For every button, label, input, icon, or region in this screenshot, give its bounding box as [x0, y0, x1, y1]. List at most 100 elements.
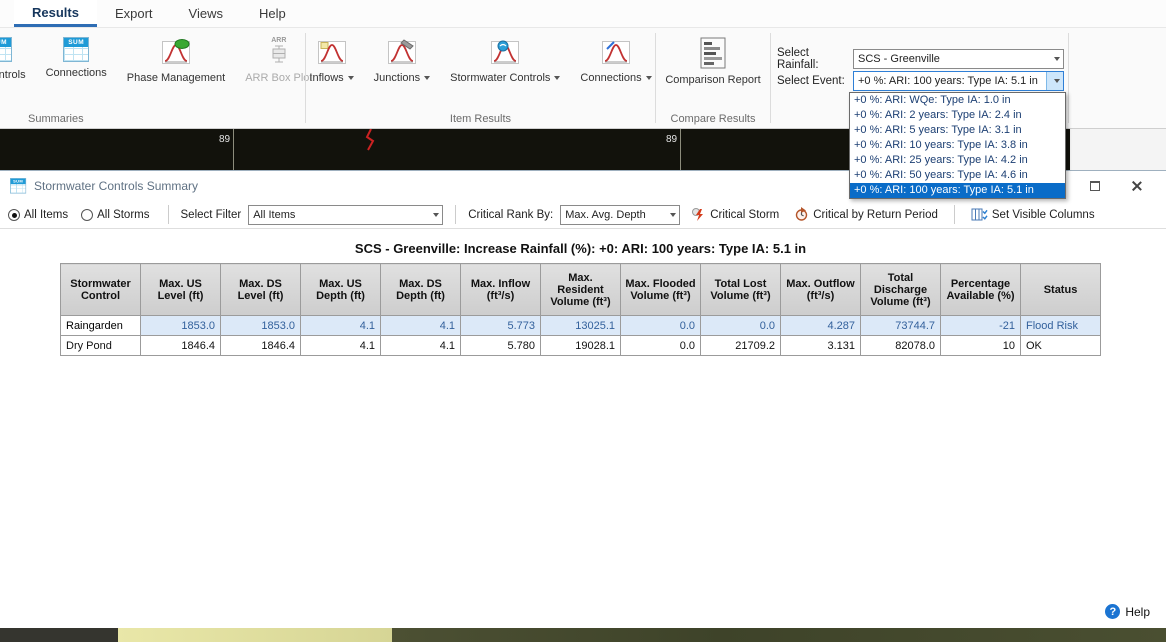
help-label: Help [1125, 604, 1150, 619]
event-value: +0 %: ARI: 100 years: Type IA: 5.1 in [858, 75, 1038, 87]
value-cell: 4.1 [380, 335, 461, 356]
column-header[interactable]: Max. Outflow (ft³/s) [780, 263, 861, 316]
control-name-cell: Raingarden [60, 315, 141, 336]
column-header[interactable]: Max. Inflow (ft³/s) [460, 263, 541, 316]
ribbon-item-stormwater-controls-summary[interactable]: SUM ontrols [0, 35, 29, 83]
phase-management-chart-icon [161, 39, 190, 64]
event-dropdown-list: +0 %: ARI: WQe: Type IA: 1.0 in +0 %: ARI… [849, 92, 1066, 199]
ribbon-item-label: Inflows [309, 72, 354, 84]
control-name-cell: Dry Pond [60, 335, 141, 356]
all-storms-radio[interactable]: All Storms [81, 208, 150, 221]
column-header[interactable]: Max. Flooded Volume (ft³) [620, 263, 701, 316]
close-icon[interactable] [1130, 180, 1142, 192]
sum-table-icon: SUM [0, 37, 20, 64]
set-visible-columns-button[interactable]: Set Visible Columns [967, 205, 1099, 224]
summary-toolbar: All Items All Storms Select Filter All I… [0, 201, 1166, 229]
ribbon-group-compare-results: Comparison Report Compare Results [656, 28, 770, 128]
ribbon-item-connections-summary[interactable]: SUM Connections [43, 35, 110, 81]
column-header[interactable]: Status [1020, 263, 1101, 316]
tab-help[interactable]: Help [241, 0, 304, 27]
event-option[interactable]: +0 %: ARI: 10 years: Type IA: 3.8 in [850, 138, 1065, 153]
rainfall-select[interactable]: SCS - Greenville [853, 49, 1064, 69]
chevron-down-icon [1046, 72, 1063, 90]
event-option[interactable]: +0 %: ARI: 2 years: Type IA: 2.4 in [850, 108, 1065, 123]
button-label: Set Visible Columns [991, 208, 1095, 221]
map-gridline [233, 129, 234, 170]
value-cell: 5.773 [460, 315, 541, 336]
column-header[interactable]: Max. Resident Volume (ft³) [540, 263, 621, 316]
all-items-radio[interactable]: All Items [8, 208, 68, 221]
tab-export[interactable]: Export [97, 0, 171, 27]
restore-button[interactable] [1090, 181, 1100, 191]
window-title: Stormwater Controls Summary [34, 179, 199, 193]
value-cell: 1853.0 [140, 315, 221, 336]
radio-label: All Storms [97, 208, 150, 221]
value-cell: 82078.0 [860, 335, 941, 356]
ribbon-group-summaries: SUM ontrols SUM Connections Phase Manag [0, 28, 312, 128]
value-cell: 13025.1 [540, 315, 621, 336]
column-header[interactable]: Max. DS Depth (ft) [380, 263, 461, 316]
table-row[interactable]: Dry Pond 1846.4 1846.4 4.1 4.1 5.780 19028.1 0.… [60, 335, 1101, 356]
column-header[interactable]: Max. US Level (ft) [140, 263, 221, 316]
filter-select[interactable]: All Items [248, 204, 444, 225]
value-cell: 0.0 [700, 315, 781, 336]
ribbon-item-label: ARR Box Plot [245, 72, 313, 84]
sum-window-icon: SUM [10, 177, 28, 195]
ribbon-item-junctions[interactable]: Junctions [371, 35, 433, 86]
comparison-report-icon [700, 37, 726, 69]
chevron-down-icon [645, 76, 652, 81]
ribbon-item-connections-results[interactable]: Connections [577, 35, 654, 86]
chevron-down-icon [424, 76, 431, 81]
set-visible-columns-icon [971, 208, 988, 221]
value-cell: 4.1 [380, 315, 461, 336]
chevron-down-icon [554, 76, 561, 81]
column-header[interactable]: Total Discharge Volume (ft³) [860, 263, 941, 316]
event-option[interactable]: +0 %: ARI: WQe: Type IA: 1.0 in [850, 93, 1065, 108]
column-header[interactable]: Max. US Depth (ft) [300, 263, 381, 316]
column-header[interactable]: Total Lost Volume (ft³) [700, 263, 781, 316]
event-option[interactable]: +0 %: ARI: 25 years: Type IA: 4.2 in [850, 153, 1065, 168]
ribbon-item-label: Comparison Report [665, 74, 761, 86]
event-option[interactable]: +0 %: ARI: 50 years: Type IA: 4.6 in [850, 168, 1065, 183]
table-row[interactable]: Raingarden 1853.0 1853.0 4.1 4.1 5.773 13025.1… [60, 315, 1101, 336]
tab-results[interactable]: Results [14, 0, 97, 27]
ribbon-item-phase-management[interactable]: Phase Management [124, 35, 228, 86]
arr-box-plot-icon: ARR [264, 37, 294, 67]
value-cell: 1853.0 [220, 315, 301, 336]
value-cell: 4.287 [780, 315, 861, 336]
ribbon-item-comparison-report[interactable]: Comparison Report [662, 35, 763, 88]
ribbon-item-inflows[interactable]: Inflows [306, 35, 356, 86]
button-label: Critical Storm [710, 208, 780, 221]
rainfall-value: SCS - Greenville [858, 53, 940, 65]
value-cell: 0.0 [620, 335, 701, 356]
ribbon-item-label: Stormwater Controls [450, 72, 561, 84]
column-header[interactable]: Percentage Available (%) [940, 263, 1021, 316]
tab-views[interactable]: Views [171, 0, 241, 27]
toolbar-separator [167, 205, 169, 224]
column-header[interactable]: Max. DS Level (ft) [220, 263, 301, 316]
event-option[interactable]: +0 %: ARI: 5 years: Type IA: 3.1 in [850, 123, 1065, 138]
column-header[interactable]: Stormwater Control [60, 263, 141, 316]
event-option[interactable]: +0 %: ARI: 100 years: Type IA: 5.1 in [850, 183, 1065, 198]
chevron-down-icon [662, 206, 679, 224]
ribbon-item-label: Junctions [374, 72, 431, 84]
select-rainfall-label: Select Rainfall: [777, 47, 819, 71]
toolbar-separator [455, 205, 457, 224]
table-body: Raingarden 1853.0 1853.0 4.1 4.1 5.773 13025.1… [60, 315, 1101, 356]
critical-storm-button[interactable]: Critical Storm [687, 205, 783, 224]
chevron-down-icon [425, 206, 442, 224]
ribbon-separator [1068, 33, 1069, 123]
critical-rank-value: Max. Avg. Depth [565, 208, 646, 221]
group-label-summaries: Summaries [28, 113, 84, 125]
select-filter-label: Select Filter [180, 208, 242, 221]
event-select[interactable]: +0 %: ARI: 100 years: Type IA: 5.1 in [853, 71, 1064, 91]
value-cell: 1846.4 [140, 335, 221, 356]
group-label-compare-results: Compare Results [670, 113, 756, 125]
button-label: Critical by Return Period [813, 208, 938, 221]
critical-rank-select[interactable]: Max. Avg. Depth [560, 204, 681, 225]
connections-chart-icon [602, 41, 630, 64]
help-button[interactable]: ? Help [1105, 604, 1150, 619]
map-blank-area [1070, 129, 1166, 170]
critical-by-return-period-button[interactable]: Critical by Return Period [790, 205, 942, 224]
ribbon-item-stormwater-controls[interactable]: Stormwater Controls [447, 35, 563, 86]
